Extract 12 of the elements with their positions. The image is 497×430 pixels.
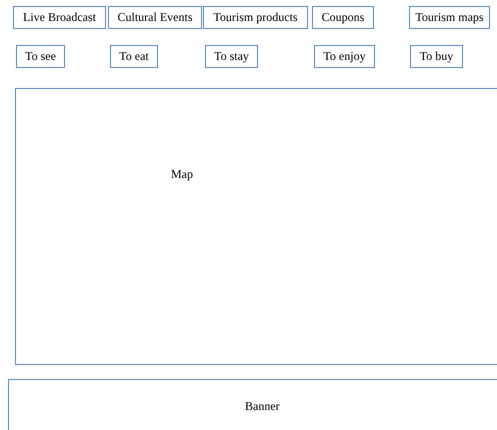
nav-tab[interactable]: Coupons <box>312 6 374 29</box>
category-button[interactable]: To enjoy <box>314 45 375 68</box>
nav-tab[interactable]: Live Broadcast <box>13 6 106 29</box>
category-button[interactable]: To see <box>16 45 65 68</box>
nav-tab[interactable]: Tourism products <box>203 6 308 29</box>
nav-tab[interactable]: Cultural Events <box>108 6 202 29</box>
nav-tab[interactable]: Tourism maps <box>409 6 490 29</box>
category-button[interactable]: To eat <box>110 45 158 68</box>
category-button[interactable]: To buy <box>410 45 463 68</box>
banner-label: Banner <box>245 399 280 414</box>
map-label: Map <box>171 167 193 182</box>
category-button[interactable]: To stay <box>205 45 258 68</box>
